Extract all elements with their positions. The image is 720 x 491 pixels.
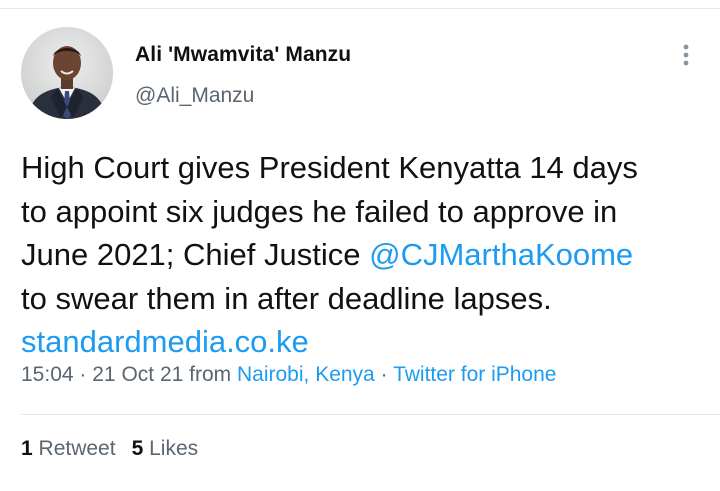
divider (21, 414, 720, 415)
from-label: from (189, 363, 232, 386)
more-options-button[interactable] (676, 42, 696, 68)
avatar[interactable] (21, 27, 113, 119)
likes-label: Likes (149, 437, 199, 460)
tweet-line: to swear them in after deadline lapses. (21, 280, 552, 316)
more-vertical-icon (683, 44, 689, 66)
client-link[interactable]: Twitter for iPhone (393, 363, 556, 386)
tweet-line: June 2021; Chief Justice @CJMarthaKoome (21, 233, 711, 277)
location-link[interactable]: Nairobi, Kenya (237, 363, 375, 386)
likes-stat[interactable]: 5 Likes (132, 437, 199, 460)
top-border (0, 0, 720, 9)
tweet-line: to appoint six judges he failed to appro… (21, 193, 618, 229)
mention-link[interactable]: @CJMarthaKoome (369, 237, 633, 272)
engagement-stats: 1 Retweet 5 Likes (21, 437, 198, 461)
tweet-date[interactable]: 21 Oct 21 (92, 363, 183, 386)
tweet-line: High Court gives President Kenyatta 14 d… (21, 150, 638, 185)
retweets-label: Retweet (38, 437, 116, 460)
meta-separator: · (79, 363, 87, 386)
avatar-photo (21, 27, 113, 119)
tweet-text: High Court gives President Kenyatta 14 d… (21, 146, 711, 364)
retweets-count: 1 (21, 437, 33, 460)
author-display-name[interactable]: Ali 'Mwamvita' Manzu (135, 43, 351, 67)
url-link[interactable]: standardmedia.co.ke (21, 324, 309, 359)
meta-separator: · (380, 363, 388, 386)
tweet-meta: 15:04 · 21 Oct 21 from Nairobi, Kenya · … (21, 363, 556, 387)
tweet-line: standardmedia.co.ke (21, 320, 711, 364)
likes-count: 5 (131, 437, 144, 460)
retweets-stat[interactable]: 1 Retweet (21, 437, 116, 460)
author-handle[interactable]: @Ali_Manzu (135, 84, 254, 108)
tweet-time[interactable]: 15:04 (21, 363, 74, 386)
tweet-line-text: June 2021; Chief Justice (21, 237, 370, 272)
